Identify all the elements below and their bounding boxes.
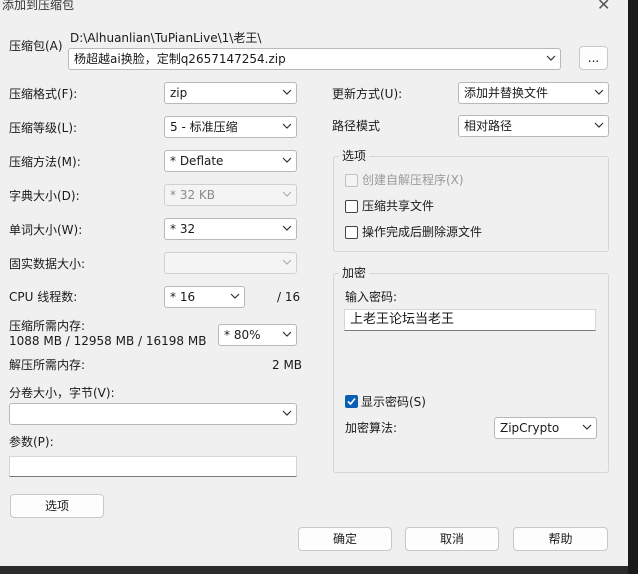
archive-path: D:\Alhuanlian\TuPianLive\1\老王\ [70,31,262,45]
chevron-down-icon [282,157,292,163]
sfx-checkbox [345,174,358,187]
background-edge-right [628,0,638,574]
word-label: 单词大小(W): [9,223,83,237]
encrypt-method-select[interactable]: ZipCrypto [494,417,597,439]
volume-label: 分卷大小，字节(V): [9,386,115,400]
mem-percent-select[interactable]: * 80% [218,324,297,346]
sfx-label: 创建自解压程序(X) [362,173,464,187]
chevron-down-icon [230,293,240,299]
chevron-down-icon [282,89,292,95]
chevron-down-icon [282,123,292,129]
path-mode-select[interactable]: 相对路径 [458,115,609,137]
cpu-value: * 16 [170,290,196,304]
chevron-down-icon [546,55,556,61]
encrypt-group-title: 加密 [339,265,370,281]
update-select[interactable]: 添加并替换文件 [458,82,609,104]
chevron-down-icon [582,424,592,430]
options-group-title: 选项 [339,148,370,164]
params-label: 参数(P): [9,435,54,449]
password-label: 输入密码: [345,290,398,304]
encrypt-method-value: ZipCrypto [500,421,560,435]
cpu-total: / 16 [277,290,301,304]
chevron-down-icon [282,331,292,337]
options-button[interactable]: 选项 [10,494,104,518]
method-select[interactable]: * Deflate [164,150,297,172]
password-input[interactable]: 上老王论坛当老王 [344,309,596,331]
browse-button[interactable]: ... [579,46,608,70]
method-value: * Deflate [170,154,224,168]
shared-label[interactable]: 压缩共享文件 [362,198,434,214]
params-input[interactable] [9,456,297,477]
ok-button[interactable]: 确定 [298,527,392,551]
word-select[interactable]: * 32 [164,218,297,240]
format-value: zip [170,86,188,100]
delete-source-label[interactable]: 操作完成后删除源文件 [362,224,482,240]
mem-compress-detail: 1088 MB / 12958 MB / 16198 MB [9,334,207,348]
chevron-down-icon [282,259,292,265]
chevron-down-icon [282,191,292,197]
mem-compress-label: 压缩所需内存: [9,319,86,333]
encrypt-method-label: 加密算法: [345,421,398,435]
help-button[interactable]: 帮助 [513,527,608,551]
format-select[interactable]: zip [164,82,297,104]
solid-label: 固实数据大小: [9,257,86,271]
chevron-down-icon [594,89,604,95]
background-edge-bottom [0,566,628,574]
chevron-down-icon [282,225,292,231]
update-label: 更新方式(U): [332,87,403,101]
dict-select: * 32 KB [164,184,297,206]
volume-select[interactable] [9,403,297,425]
archive-name-value: 杨超越ai换脸，定制q2657147254.zip [74,52,286,66]
format-label: 压缩格式(F): [9,87,78,101]
mem-decompress-label: 解压所需内存: [9,358,86,372]
chevron-down-icon [282,410,292,416]
dict-value: * 32 KB [170,188,215,202]
show-password-label[interactable]: 显示密码(S) [361,394,426,410]
archive-label: 压缩包(A) [9,39,63,53]
chevron-down-icon [594,122,604,128]
shared-checkbox[interactable] [345,200,358,213]
cpu-select[interactable]: * 16 [164,286,245,308]
cancel-button[interactable]: 取消 [405,527,499,551]
word-value: * 32 [170,222,196,236]
dict-label: 字典大小(D): [9,189,80,203]
close-icon[interactable]: ✕ [597,0,610,13]
solid-select [164,252,297,274]
path-mode-label: 路径模式 [332,119,381,133]
method-label: 压缩方法(M): [9,155,81,169]
show-password-checkbox[interactable] [345,395,358,408]
level-value: 5 - 标准压缩 [170,120,238,134]
level-select[interactable]: 5 - 标准压缩 [164,116,297,138]
window-title: 添加到压缩包 [2,0,75,12]
archive-name-combo[interactable]: 杨超越ai换脸，定制q2657147254.zip [68,48,561,70]
path-mode-value: 相对路径 [464,119,513,133]
cpu-label: CPU 线程数: [9,290,78,304]
update-value: 添加并替换文件 [464,86,549,100]
level-label: 压缩等级(L): [9,121,78,135]
checkmark-icon [347,397,356,406]
delete-source-checkbox[interactable] [345,226,358,239]
mem-decompress-value: 2 MB [272,358,303,372]
mem-percent-value: * 80% [224,328,261,342]
title-bar: 添加到压缩包 ✕ [0,0,638,14]
